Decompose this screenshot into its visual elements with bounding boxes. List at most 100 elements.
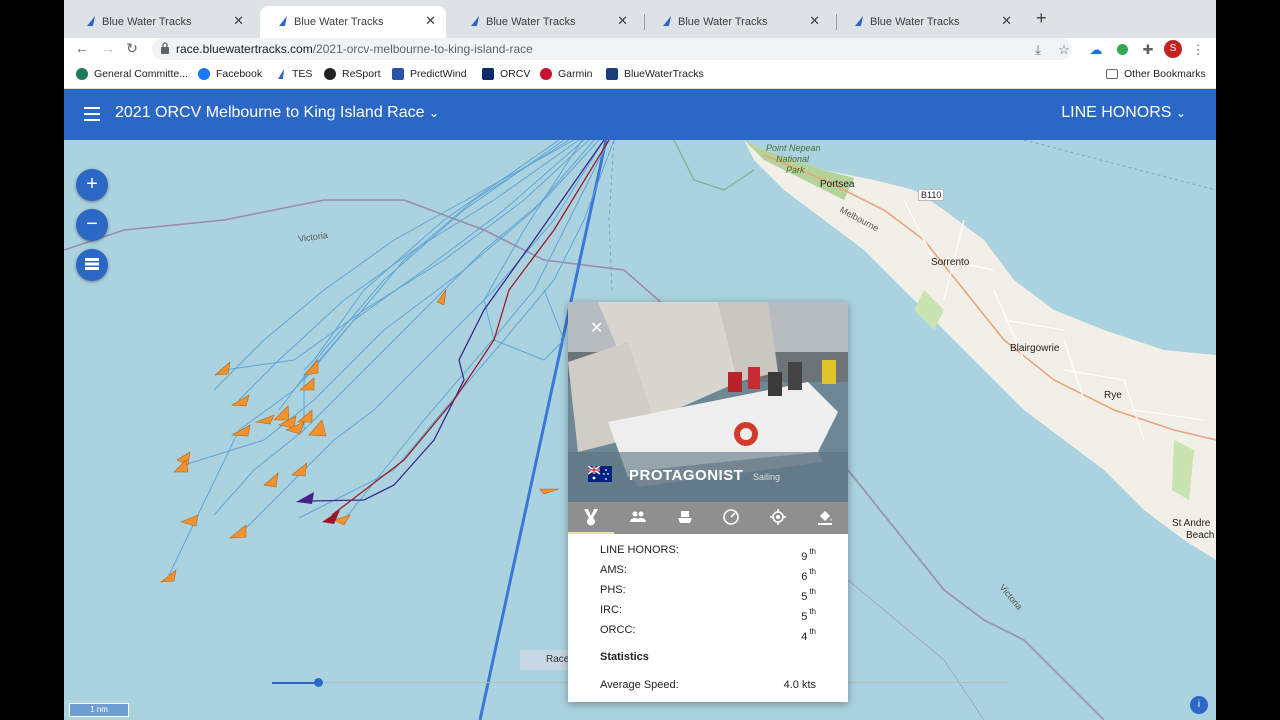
browser-window: Blue Water Tracks ✕ Blue Water Tracks ✕ … [64,0,1216,720]
bookmark-tes[interactable]: TES [276,68,312,80]
zoom-in-button[interactable]: + [76,169,108,201]
placing-value: 4th [801,627,816,643]
map-label-beach: Beach [1186,530,1215,541]
app-header: 2021 ORCV Melbourne to King Island Race … [64,89,1216,140]
boat-name: PROTAGONIST [629,467,744,484]
placing-label: LINE HONORS: [600,544,679,556]
reload-icon[interactable]: ↻ [122,40,142,57]
browser-toolbar: ← → ↻ race.bluewatertracks.com/2021-orcv… [64,38,1216,64]
bookmark-orcv[interactable]: ORCV [482,68,530,80]
tab-results[interactable] [580,508,602,528]
map-label-point-nepean: Point Nepean [766,143,821,153]
speedometer-icon [723,509,739,525]
bookmark-label: Garmin [558,68,593,80]
timeline-slider-handle[interactable] [314,678,323,687]
people-icon [630,511,646,522]
tab-position[interactable] [767,508,789,528]
url-path: /2021-orcv-melbourne-to-king-island-race [312,42,533,56]
boat-marker [263,472,279,488]
tab-boat[interactable] [674,508,696,528]
tab-speed[interactable] [720,508,742,528]
bookmark-label: TES [292,68,313,80]
medal-icon [584,509,598,526]
placing-value: 9th [801,547,816,563]
bookmark-predictwind[interactable]: PredictWind [392,68,467,80]
average-speed-value: 4.0 kts [783,679,816,691]
kebab-menu-icon[interactable]: ⋮ [1190,42,1206,58]
bookmark-label: General Committe... [94,68,188,80]
orcv-icon [482,68,494,80]
list-view-button[interactable] [76,249,108,281]
race-selector[interactable]: 2021 ORCV Melbourne to King Island Race … [115,104,439,122]
average-speed-row: Average Speed: 4.0 kts [600,679,816,691]
placing-value: 5th [801,587,816,603]
placing-label: PHS: [600,584,626,596]
bookmark-garmin[interactable]: Garmin [540,68,592,80]
facebook-icon [198,68,210,80]
boat-marker [231,394,250,407]
address-bar[interactable]: race.bluewatertracks.com/2021-orcv-melbo… [152,38,1072,60]
tab-color[interactable] [814,508,836,528]
bluewatertracks-icon [606,68,618,80]
close-icon[interactable]: ✕ [1001,13,1012,29]
close-popup-icon[interactable]: ✕ [590,318,603,338]
bookmark-star-icon[interactable]: ☆ [1056,42,1072,58]
chevron-down-icon: ⌄ [1175,106,1186,120]
bookmark-label: Other Bookmarks [1124,68,1206,80]
race-map[interactable]: Point Nepean National Park Portsea B110 … [64,140,1216,720]
extension-green-icon[interactable] [1114,42,1130,58]
forward-arrow-icon[interactable]: → [98,40,118,56]
placing-row: PHS: 5th [600,584,816,604]
folder-icon [1106,69,1118,79]
timeline-slider-fill [272,682,318,684]
rip-channel-boundary [673,140,755,191]
bookmark-resport[interactable]: ReSport [324,68,381,80]
boat-marker [297,409,313,423]
sail-favicon-icon [663,16,671,26]
bookmark-facebook[interactable]: Facebook [198,68,262,80]
close-icon[interactable]: ✕ [617,13,628,29]
install-icon[interactable]: ⤓ [1030,42,1046,58]
zoom-out-button[interactable]: − [76,209,108,241]
new-tab-icon[interactable]: + [1036,8,1047,29]
lock-icon [161,42,169,54]
info-button[interactable]: i [1190,696,1208,714]
placing-value: 6th [801,567,816,583]
hamburger-menu-icon[interactable] [84,107,100,121]
map-label-sorrento: Sorrento [931,257,970,268]
bookmarks-bar: General Committe... Facebook TES ReSport… [64,64,1216,89]
browser-tab-active[interactable]: Blue Water Tracks ✕ [260,6,446,38]
placings-list: LINE HONORS: 9th AMS: 6th PHS: 5th IRC: 5th … [600,544,816,644]
classification-selector[interactable]: LINE HONORS ⌄ [1061,104,1186,122]
profile-avatar[interactable]: S [1164,40,1182,58]
browser-tab[interactable]: Blue Water Tracks ✕ [644,6,830,38]
road-shield-b110: B110 [918,189,945,201]
list-icon [85,258,99,270]
boat-marker [180,514,199,527]
average-speed-label: Average Speed: [600,679,679,691]
cloud-extension-icon[interactable]: ☁ [1088,42,1104,58]
tab-title: Blue Water Tracks [102,16,192,28]
bookmark-general-committee[interactable]: General Committe... [76,68,188,80]
back-arrow-icon[interactable]: ← [72,40,92,56]
tab-title: Blue Water Tracks [294,16,384,28]
tab-crew[interactable] [627,508,649,528]
boat-status: Sailing [753,472,781,482]
browser-tab[interactable]: Blue Water Tracks ✕ [836,6,1022,38]
sail-favicon-icon [855,16,863,26]
garmin-icon [540,68,552,80]
placing-row: IRC: 5th [600,604,816,624]
close-icon[interactable]: ✕ [809,13,820,29]
tab-strip: Blue Water Tracks ✕ Blue Water Tracks ✕ … [64,0,1216,38]
browser-tab[interactable]: Blue Water Tracks ✕ [452,6,638,38]
browser-tab[interactable]: Blue Water Tracks ✕ [68,6,254,38]
sail-favicon-icon [279,16,287,26]
map-label-rye: Rye [1104,390,1122,401]
puzzle-extensions-icon[interactable]: ✚ [1140,42,1156,58]
close-icon[interactable]: ✕ [233,13,244,29]
other-bookmarks[interactable]: Other Bookmarks [1106,68,1206,80]
bookmark-bluewatertracks[interactable]: BlueWaterTracks [606,68,704,80]
paint-bucket-icon [818,511,832,525]
placing-label: IRC: [600,604,622,616]
close-icon[interactable]: ✕ [425,13,436,29]
